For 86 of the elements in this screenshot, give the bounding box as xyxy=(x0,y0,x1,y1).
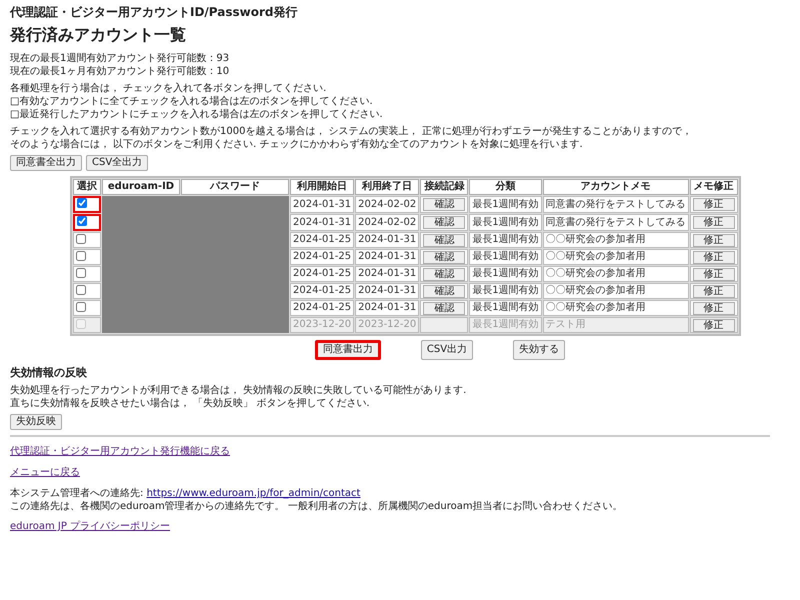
edit-button[interactable]: 修正 xyxy=(692,216,735,229)
table-cell: 2024-01-31 xyxy=(355,300,420,316)
table-cell: 2024-01-31 xyxy=(355,232,420,248)
table-cell: 〇〇研究会の参加者用 xyxy=(542,300,689,316)
table-cell: 2024-01-31 xyxy=(355,283,420,299)
select-checkbox[interactable] xyxy=(77,198,87,208)
table-cell: 〇〇研究会の参加者用 xyxy=(542,283,689,299)
back-link[interactable]: 代理認証・ビジター用アカウント発行機能に戻る xyxy=(10,446,230,457)
contact-label: 本システム管理者への連絡先: xyxy=(10,488,144,499)
edit-button[interactable]: 修正 xyxy=(692,268,735,280)
bulk-export-button[interactable]: 同意書全出力 xyxy=(10,155,82,171)
confirm-button[interactable]: 確認 xyxy=(423,216,466,229)
table-cell: 最長1週間有効 xyxy=(469,283,542,299)
table-cell: 2023-12-20 xyxy=(290,317,354,333)
contact-link[interactable]: https://www.eduroam.jp/for_admin/contact xyxy=(146,488,360,499)
warning-text: チェックを入れて選択する有効アカウント数が1000を越える場合は， システムの実装上， 正常に処理が行わずエラーが発生することがありますので， xyxy=(10,125,692,138)
instruction-text: □最近発行したアカウントにチェックを入れる場合は左のボタンを押してください. xyxy=(10,108,383,121)
column-header: 利用開始日 xyxy=(290,179,354,195)
column-header: 分類 xyxy=(469,179,542,195)
edit-button[interactable]: 修正 xyxy=(692,198,735,211)
confirm-button[interactable]: 確認 xyxy=(423,234,466,246)
table-cell: 2024-02-02 xyxy=(355,214,420,231)
column-header: 利用終了日 xyxy=(355,179,420,195)
table-cell: 最長1週間有効 xyxy=(469,317,542,333)
column-header: パスワード xyxy=(181,179,289,195)
section-text: 失効処理を行ったアカウントが利用できる場合は， 失効情報の反映に失敗している可能性があります. xyxy=(10,384,466,397)
table-cell: 2024-01-31 xyxy=(355,249,420,265)
table-action-button[interactable]: CSV出力 xyxy=(420,340,474,360)
confirm-button[interactable]: 確認 xyxy=(423,268,466,280)
edit-button[interactable]: 修正 xyxy=(692,302,735,314)
table-cell: 同意書の発行をテストしてみる xyxy=(542,196,689,213)
table-cell: 2024-01-25 xyxy=(290,283,354,299)
table-cell: 最長1週間有効 xyxy=(469,214,542,231)
table-cell: 〇〇研究会の参加者用 xyxy=(542,266,689,282)
select-checkbox[interactable] xyxy=(76,250,86,260)
edit-button[interactable]: 修正 xyxy=(692,284,735,298)
select-checkbox[interactable] xyxy=(76,284,86,294)
section-heading: 失効情報の反映 xyxy=(10,365,88,380)
table-cell: 同意書の発行をテストしてみる xyxy=(542,214,689,231)
confirm-button[interactable]: 確認 xyxy=(423,284,466,298)
table-action-button[interactable]: 同意書出力 xyxy=(314,340,381,360)
column-header: 選択 xyxy=(73,179,101,195)
confirm-button[interactable]: 確認 xyxy=(423,198,466,211)
bulk-export-button[interactable]: CSV全出力 xyxy=(86,155,148,171)
edit-button[interactable]: 修正 xyxy=(692,250,735,264)
table-cell: 2023-12-20 xyxy=(355,317,420,333)
instruction-text: 各種処理を行う場合は， チェックを入れて各ボタンを押してください. xyxy=(10,82,326,95)
table-cell: 2024-01-25 xyxy=(290,249,354,265)
table-cell: 2024-01-31 xyxy=(290,214,354,231)
table-action-button[interactable]: 失効する xyxy=(513,340,566,360)
edit-button[interactable]: 修正 xyxy=(692,234,735,246)
confirm-button[interactable]: 確認 xyxy=(423,302,466,314)
count-text: 現在の最長1週間有効アカウント発行可能数：93 xyxy=(10,52,230,65)
table-cell: 2024-01-25 xyxy=(290,232,354,248)
table-cell: 2024-01-31 xyxy=(290,196,354,213)
column-header: アカウントメモ xyxy=(542,179,689,195)
table-cell: 2024-01-31 xyxy=(355,266,420,282)
table-cell: 〇〇研究会の参加者用 xyxy=(542,249,689,265)
confirm-button[interactable]: 確認 xyxy=(423,250,466,264)
column-header: eduroam-ID xyxy=(102,179,180,195)
warning-text: そのような場合には， 以下のボタンをご利用ください. チェックにかかわらず有効な全てのアカウントを対象に処理を行います. xyxy=(10,138,583,151)
select-checkbox[interactable] xyxy=(76,302,86,312)
table-cell: テスト用 xyxy=(542,317,689,333)
table-cell: 〇〇研究会の参加者用 xyxy=(542,232,689,248)
select-checkbox[interactable] xyxy=(76,234,86,244)
table-cell: 最長1週間有効 xyxy=(469,196,542,213)
back-link[interactable]: メニューに戻る xyxy=(10,467,80,478)
apply-expiry-button[interactable]: 失効反映 xyxy=(10,414,62,430)
page-heading: 発行済みアカウント一覧 xyxy=(10,25,187,46)
table-cell: 最長1週間有効 xyxy=(469,232,542,248)
select-checkbox[interactable] xyxy=(77,216,87,226)
column-header: 接続記録 xyxy=(420,179,468,195)
table-cell: 2024-01-25 xyxy=(290,266,354,282)
page-title: 代理認証・ビジター用アカウントID/Password発行 xyxy=(10,4,299,21)
count-text: 現在の最長1ヶ月有効アカウント発行可能数：10 xyxy=(10,65,230,78)
section-text: 直ちに失効情報を反映させたい場合は， 「失効反映」 ボタンを押してください. xyxy=(10,397,370,410)
table-cell: 最長1週間有効 xyxy=(469,249,542,265)
privacy-link[interactable]: eduroam JP プライバシーポリシー xyxy=(10,521,170,532)
column-header: メモ修正 xyxy=(690,179,738,195)
contact-note: この連絡先は、各機関のeduroam管理者からの連絡先です。 一般利用者の方は、所属機関のeduroam担当者にお問い合わせください。 xyxy=(10,500,623,513)
table-cell: 2024-01-25 xyxy=(290,300,354,316)
instruction-text: □有効なアカウントに全てチェックを入れる場合は左のボタンを押してください. xyxy=(10,95,373,108)
table-cell: 最長1週間有効 xyxy=(469,266,542,282)
select-checkbox[interactable] xyxy=(76,268,86,278)
table-cell: 2024-02-02 xyxy=(355,196,420,213)
table-cell: 最長1週間有効 xyxy=(469,300,542,316)
